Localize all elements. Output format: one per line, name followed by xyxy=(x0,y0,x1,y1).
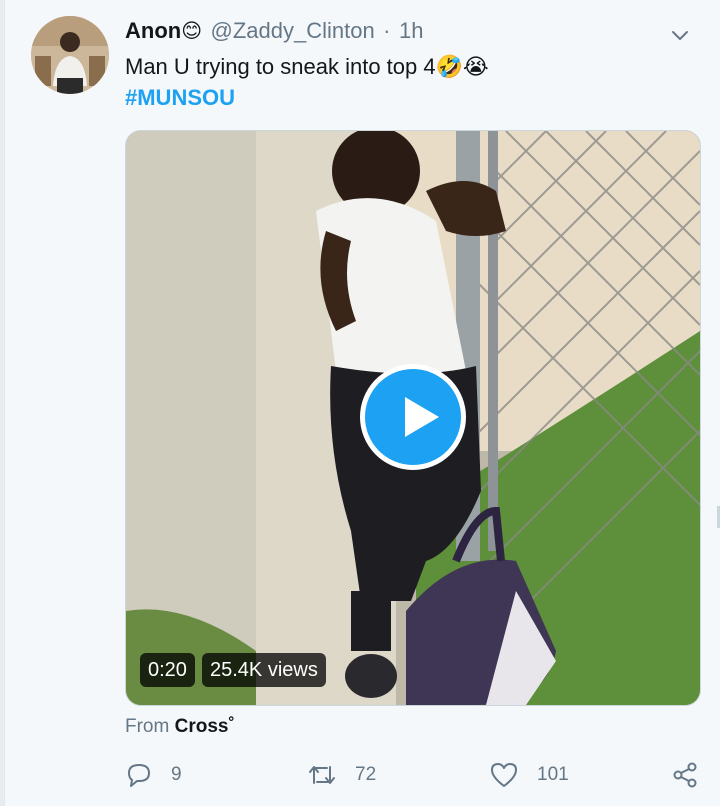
user-handle[interactable]: @Zaddy_Clinton xyxy=(211,18,375,43)
hashtag-link[interactable]: #MUNSOU xyxy=(125,85,235,111)
source-account-link[interactable]: Cross˚ xyxy=(175,716,235,737)
action-bar: 9 72 101 xyxy=(125,760,705,790)
video-views-badge: 25.4K views xyxy=(202,653,326,687)
video-duration-badge: 0:20 xyxy=(140,653,195,687)
avatar[interactable] xyxy=(31,16,109,94)
share-button[interactable] xyxy=(671,760,717,790)
like-button[interactable]: 101 xyxy=(489,760,569,790)
from-prefix: From xyxy=(125,716,170,737)
share-icon xyxy=(673,762,697,788)
retweet-icon xyxy=(309,766,335,784)
play-icon xyxy=(405,397,439,437)
play-button[interactable] xyxy=(360,364,466,470)
reply-count: 9 xyxy=(171,764,182,785)
like-icon xyxy=(491,763,517,787)
video-player[interactable]: 0:20 25.4K views xyxy=(125,130,701,706)
retweet-button[interactable]: 72 xyxy=(307,760,376,790)
name-emoji: 😊 xyxy=(181,20,203,43)
like-count: 101 xyxy=(537,764,569,785)
chevron-down-icon[interactable] xyxy=(669,24,691,46)
separator-dot: · xyxy=(383,18,391,43)
reply-icon xyxy=(128,764,150,787)
reply-button[interactable]: 9 xyxy=(125,760,182,790)
tweet-text: Man U trying to sneak into top 4🤣😭 xyxy=(125,54,489,79)
video-source: From Cross˚ xyxy=(125,716,235,738)
display-name[interactable]: Anon xyxy=(125,18,181,43)
tweet-card[interactable]: Anon😊 @Zaddy_Clinton · 1h Man U trying t… xyxy=(4,0,720,806)
tweet-header: Anon😊 @Zaddy_Clinton · 1h xyxy=(125,18,701,48)
retweet-count: 72 xyxy=(355,764,377,785)
timestamp[interactable]: 1h xyxy=(399,18,423,43)
